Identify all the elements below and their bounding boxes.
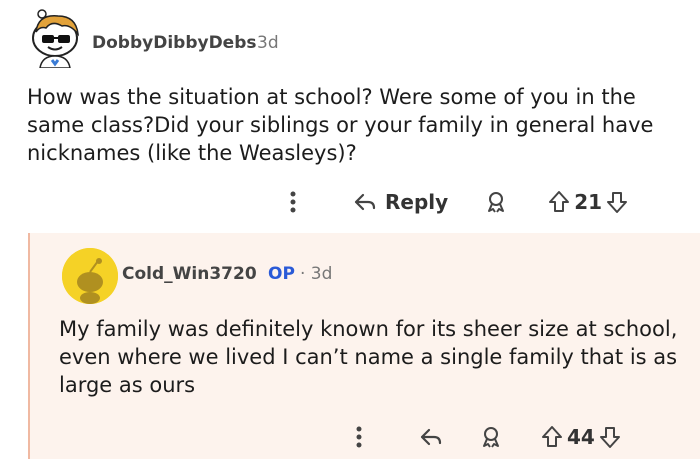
avatar[interactable] [62,248,118,304]
vote-count: 44 [567,425,595,449]
comment-actions: Reply 21 [283,188,628,216]
username[interactable]: Cold_Win3720 [122,264,257,284]
reply-label: Reply [385,190,449,214]
timestamp: 3d [257,33,279,53]
reply-icon [353,192,377,212]
downvote-icon[interactable] [599,425,621,449]
reply-icon[interactable] [419,427,443,447]
award-icon[interactable] [479,425,503,449]
award-icon[interactable] [484,190,508,214]
comment-body: How was the situation at school? Were so… [27,85,654,165]
comment-body: My family was definitely known for its s… [59,317,678,397]
snoo-avatar-icon [32,9,80,69]
avatar[interactable] [28,8,84,69]
more-dots-icon[interactable] [283,188,303,216]
timestamp: · 3d [300,264,333,284]
snoo-avatar-icon [62,248,118,304]
upvote-icon[interactable] [541,425,563,449]
comment-actions: 44 [349,423,621,451]
downvote-icon[interactable] [606,190,628,214]
more-dots-icon[interactable] [349,423,369,451]
comment: DobbyDibbyDebs 3d How was the situation … [0,0,700,233]
username[interactable]: DobbyDibbyDebs [92,33,257,53]
vote-count: 21 [574,190,603,214]
op-badge: OP [268,264,295,284]
upvote-icon[interactable] [548,190,570,214]
reply-button[interactable]: Reply [353,190,448,214]
